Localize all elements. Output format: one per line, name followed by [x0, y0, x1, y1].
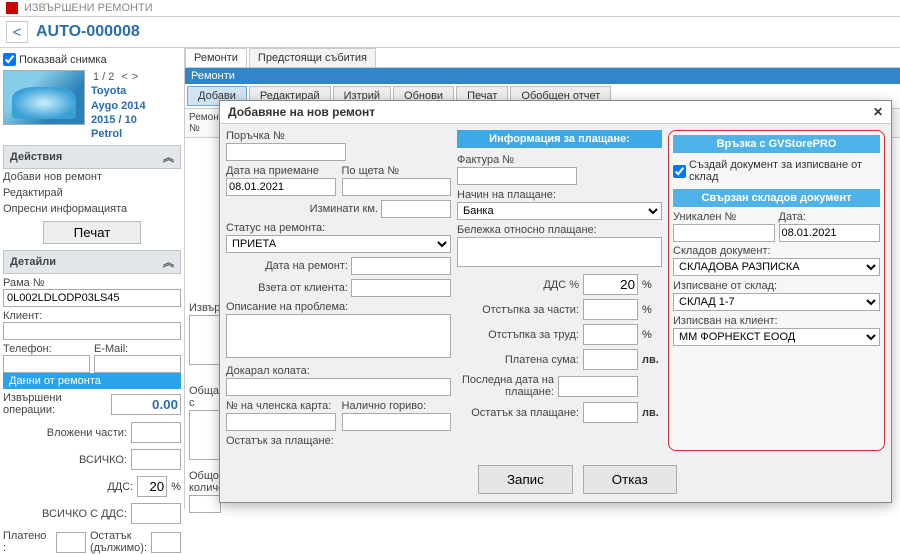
- warehouse-select[interactable]: СКЛАД 1-7: [673, 293, 880, 311]
- client-select[interactable]: ММ ФОРНЕКСТ ЕООД: [673, 328, 880, 346]
- sidebar: Показвай снимка 1 / 2 <> Toyota Aygo 201…: [0, 48, 185, 509]
- taken-date-input[interactable]: [351, 279, 451, 297]
- fuel-input[interactable]: [342, 413, 452, 431]
- ops-value[interactable]: [111, 394, 181, 415]
- parts-value[interactable]: [131, 422, 181, 443]
- total-value[interactable]: [131, 449, 181, 470]
- chevron-up-icon[interactable]: ︽: [163, 149, 174, 165]
- frame-label: Рама №: [3, 277, 181, 289]
- vat-value[interactable]: [137, 476, 167, 497]
- client-label: Клиент:: [3, 310, 181, 322]
- app-title: ИЗВЪРШЕНИ РЕМОНТИ: [24, 2, 153, 14]
- pay-note-textarea[interactable]: [457, 237, 662, 267]
- doc-date-input[interactable]: [779, 224, 881, 242]
- tab-events[interactable]: Предстоящи събития: [249, 48, 376, 67]
- km-input[interactable]: [381, 200, 451, 218]
- uid-input[interactable]: [673, 224, 775, 242]
- pager-next[interactable]: >: [132, 71, 138, 83]
- doc-type-select[interactable]: СКЛАДОВА РАЗПИСКА: [673, 258, 880, 276]
- show-image-label: Показвай снимка: [19, 54, 107, 66]
- chevron-up-icon[interactable]: ︽: [163, 254, 174, 270]
- payment-section-title: Информация за плащане:: [457, 130, 662, 148]
- show-image-check[interactable]: [3, 53, 16, 66]
- remain-value[interactable]: [151, 532, 181, 553]
- close-icon[interactable]: ✕: [873, 105, 883, 119]
- car-info: 1 / 2 <> Toyota Aygo 2014 2015 / 10 Petr…: [91, 70, 146, 141]
- pay-method-select[interactable]: Банка: [457, 202, 662, 220]
- header: < AUTO-000008: [0, 17, 900, 48]
- disc-parts-input[interactable]: [583, 299, 638, 320]
- tab-repairs[interactable]: Ремонти: [185, 48, 247, 67]
- last-pay-input[interactable]: [558, 376, 638, 397]
- save-button[interactable]: Запис: [478, 465, 573, 494]
- vat-input[interactable]: [583, 274, 638, 295]
- add-repair-dialog: Добавяне на нов ремонт ✕ Поръчка № Дата …: [219, 100, 892, 503]
- back-button[interactable]: <: [6, 21, 28, 43]
- app-icon: [6, 2, 18, 14]
- claim-input[interactable]: [342, 178, 452, 196]
- record-title: AUTO-000008: [36, 23, 140, 41]
- brought-input[interactable]: [226, 378, 451, 396]
- problem-textarea[interactable]: [226, 314, 451, 358]
- action-refresh[interactable]: Опресни информацията: [3, 201, 181, 217]
- repair-date-input[interactable]: [351, 257, 451, 275]
- action-add-repair[interactable]: Добави нов ремонт: [3, 169, 181, 185]
- status-select[interactable]: ПРИЕТА: [226, 235, 451, 253]
- card-input[interactable]: [226, 413, 336, 431]
- paid-value[interactable]: [56, 532, 86, 553]
- cancel-button[interactable]: Отказ: [583, 465, 677, 494]
- pager-prev[interactable]: <: [121, 71, 127, 83]
- app-titlebar: ИЗВЪРШЕНИ РЕМОНТИ: [0, 0, 900, 17]
- client-input[interactable]: [3, 322, 181, 340]
- show-image-checkbox[interactable]: Показвай снимка: [3, 51, 181, 68]
- create-doc-checkbox[interactable]: Създай документ за изписване от склад: [673, 157, 880, 185]
- total-vat-value[interactable]: [131, 503, 181, 524]
- dialog-title: Добавяне на нов ремонт: [228, 105, 375, 119]
- phone-input[interactable]: [3, 355, 90, 373]
- paid-input[interactable]: [583, 349, 638, 370]
- gvstore-section-title: Връзка с GVStorePRO: [673, 135, 880, 153]
- linked-doc-title: Свързан складов документ: [673, 189, 880, 207]
- car-image: [3, 70, 85, 125]
- actions-header[interactable]: Действия ︽: [3, 145, 181, 169]
- action-edit[interactable]: Редактирай: [3, 185, 181, 201]
- remain-pay-input[interactable]: [583, 402, 638, 423]
- date-received-input[interactable]: [226, 178, 336, 196]
- subbar: Ремонти: [185, 68, 900, 84]
- repair-data-bar: Данни от ремонта: [3, 373, 181, 389]
- disc-labor-input[interactable]: [583, 324, 638, 345]
- order-input[interactable]: [226, 143, 346, 161]
- print-button[interactable]: Печат: [43, 221, 142, 244]
- email-input[interactable]: [94, 355, 181, 373]
- invoice-input[interactable]: [457, 167, 577, 185]
- frame-input[interactable]: [3, 289, 181, 307]
- details-header[interactable]: Детайли ︽: [3, 250, 181, 274]
